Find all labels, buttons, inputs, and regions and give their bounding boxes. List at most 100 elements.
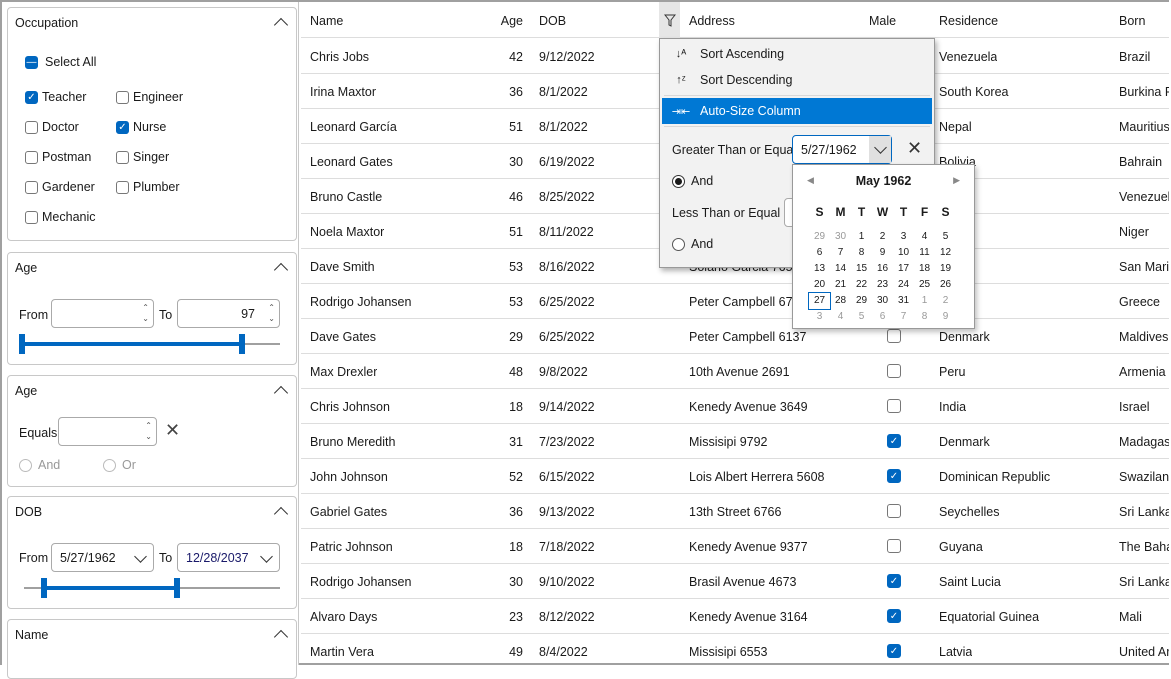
table-row[interactable]: Martin Vera 49 8/4/2022 Missisipi 6553 ✓ Latv… <box>301 634 1169 665</box>
occupation-checkbox[interactable]: Singer <box>116 150 169 164</box>
age-from-input[interactable]: ⌃ ⌄ <box>51 299 154 328</box>
dob-from-picker[interactable]: 5/27/1962 <box>51 543 154 572</box>
occupation-checkbox[interactable]: Plumber <box>116 180 180 194</box>
sort-descending-menu-item[interactable]: ↑ᶻ Sort Descending <box>662 67 932 93</box>
table-row[interactable]: Rodrigo Johansen 53 6/25/2022 Peter Campbel… <box>301 284 1169 319</box>
filter-funnel-icon[interactable] <box>659 2 680 38</box>
calendar-day[interactable]: 28 <box>830 293 851 309</box>
occupation-checkbox[interactable]: ✓ Nurse <box>116 120 166 134</box>
calendar-day[interactable]: 3 <box>893 229 914 245</box>
calendar-day[interactable]: 7 <box>830 245 851 261</box>
and-radio-1[interactable]: And <box>672 174 713 188</box>
calendar-day[interactable]: 20 <box>809 277 830 293</box>
calendar-day[interactable]: 15 <box>851 261 872 277</box>
calendar-day[interactable]: 1 <box>914 293 935 309</box>
column-header-born[interactable]: Born <box>1119 14 1145 28</box>
calendar-day[interactable]: 24 <box>893 277 914 293</box>
calendar-day[interactable]: 4 <box>914 229 935 245</box>
calendar-day[interactable]: 21 <box>830 277 851 293</box>
age-equals-input[interactable]: ⌃ ⌄ <box>58 417 157 446</box>
collapse-chevron-icon[interactable] <box>273 262 289 278</box>
calendar-day[interactable]: 6 <box>872 309 893 325</box>
male-checkbox[interactable] <box>887 329 901 343</box>
calendar-day[interactable]: 7 <box>893 309 914 325</box>
calendar-day[interactable]: 29 <box>809 229 830 245</box>
select-all-checkbox[interactable]: — Select All <box>25 55 96 69</box>
collapse-chevron-icon[interactable] <box>273 17 289 33</box>
calendar-day[interactable]: 30 <box>830 229 851 245</box>
table-row[interactable]: Bruno Meredith 31 7/23/2022 Missisipi 9792 ✓… <box>301 424 1169 459</box>
calendar-day[interactable]: 9 <box>872 245 893 261</box>
calendar-day[interactable]: 26 <box>935 277 956 293</box>
column-header-dob[interactable]: DOB <box>539 14 566 28</box>
calendar-day[interactable]: 23 <box>872 277 893 293</box>
calendar-day[interactable]: 13 <box>809 261 830 277</box>
calendar-day[interactable]: 16 <box>872 261 893 277</box>
calendar-day[interactable]: 14 <box>830 261 851 277</box>
dob-to-picker[interactable]: 12/28/2037 <box>177 543 280 572</box>
table-row[interactable]: Dave Gates 29 6/25/2022 Peter Campbell 6137… <box>301 319 1169 354</box>
calendar-day[interactable]: 9 <box>935 309 956 325</box>
spinner-icon[interactable]: ⌃ ⌄ <box>145 420 152 442</box>
male-checkbox[interactable]: ✓ <box>887 574 901 588</box>
calendar-day[interactable]: 19 <box>935 261 956 277</box>
occupation-checkbox[interactable]: Doctor <box>25 120 79 134</box>
collapse-chevron-icon[interactable] <box>273 629 289 645</box>
male-checkbox[interactable]: ✓ <box>887 434 901 448</box>
calendar-day[interactable]: 31 <box>893 293 914 309</box>
calendar-day[interactable]: 3 <box>809 309 830 325</box>
male-checkbox[interactable]: ✓ <box>887 609 901 623</box>
calendar-day[interactable]: 2 <box>872 229 893 245</box>
or-radio[interactable]: Or <box>103 458 136 472</box>
calendar-day[interactable]: 29 <box>851 293 872 309</box>
clear-x-icon[interactable]: ✕ <box>165 420 180 441</box>
calendar-day[interactable]: 8 <box>914 309 935 325</box>
occupation-checkbox[interactable]: Engineer <box>116 90 183 104</box>
slider-lower-thumb[interactable] <box>19 334 25 354</box>
table-row[interactable]: Max Drexler 48 9/8/2022 10th Avenue 2691 Per… <box>301 354 1169 389</box>
table-row[interactable]: Gabriel Gates 36 9/13/2022 13th Street 6766… <box>301 494 1169 529</box>
slider-upper-thumb[interactable] <box>239 334 245 354</box>
male-checkbox[interactable]: ✓ <box>887 469 901 483</box>
occupation-checkbox[interactable]: Postman <box>25 150 91 164</box>
calendar-day[interactable]: 2 <box>935 293 956 309</box>
column-header-residence[interactable]: Residence <box>939 14 998 28</box>
spinner-icon[interactable]: ⌃ ⌄ <box>142 302 149 324</box>
spinner-icon[interactable]: ⌃ ⌄ <box>268 302 275 324</box>
collapse-chevron-icon[interactable] <box>273 385 289 401</box>
calendar-day[interactable]: 4 <box>830 309 851 325</box>
calendar-day[interactable]: 8 <box>851 245 872 261</box>
and-radio[interactable]: And <box>19 458 60 472</box>
calendar-day[interactable]: 30 <box>872 293 893 309</box>
male-checkbox[interactable] <box>887 539 901 553</box>
calendar-day[interactable]: 1 <box>851 229 872 245</box>
next-month-icon[interactable]: ▶ <box>953 175 960 186</box>
calendar-day[interactable]: 11 <box>914 245 935 261</box>
table-row[interactable]: Chris Johnson 18 9/14/2022 Kenedy Avenue 36… <box>301 389 1169 424</box>
column-header-age[interactable]: Age <box>481 14 523 28</box>
column-header-male[interactable]: Male <box>869 14 896 28</box>
auto-size-column-menu-item[interactable]: ⇥⇤ Auto-Size Column <box>662 98 932 124</box>
occupation-checkbox[interactable]: Gardener <box>25 180 95 194</box>
calendar-day[interactable]: 5 <box>935 229 956 245</box>
calendar-day[interactable]: 22 <box>851 277 872 293</box>
male-checkbox[interactable]: ✓ <box>887 644 901 658</box>
table-row[interactable]: Rodrigo Johansen 30 9/10/2022 Brasil Avenue… <box>301 564 1169 599</box>
occupation-checkbox[interactable]: Mechanic <box>25 210 96 224</box>
chevron-down-icon[interactable] <box>260 550 273 563</box>
collapse-chevron-icon[interactable] <box>273 506 289 522</box>
dropdown-button[interactable] <box>869 136 891 163</box>
calendar-day[interactable]: 6 <box>809 245 830 261</box>
slider-lower-thumb[interactable] <box>41 578 47 598</box>
calendar-day[interactable]: 17 <box>893 261 914 277</box>
male-checkbox[interactable] <box>887 504 901 518</box>
chevron-down-icon[interactable] <box>134 550 147 563</box>
male-checkbox[interactable] <box>887 399 901 413</box>
column-header-name[interactable]: Name <box>310 14 343 28</box>
table-row[interactable]: Patric Johnson 18 7/18/2022 Kenedy Avenue 9… <box>301 529 1169 564</box>
calendar-day[interactable]: 10 <box>893 245 914 261</box>
calendar-day[interactable]: 25 <box>914 277 935 293</box>
slider-upper-thumb[interactable] <box>174 578 180 598</box>
calendar-day[interactable]: 18 <box>914 261 935 277</box>
calendar-day[interactable]: 12 <box>935 245 956 261</box>
